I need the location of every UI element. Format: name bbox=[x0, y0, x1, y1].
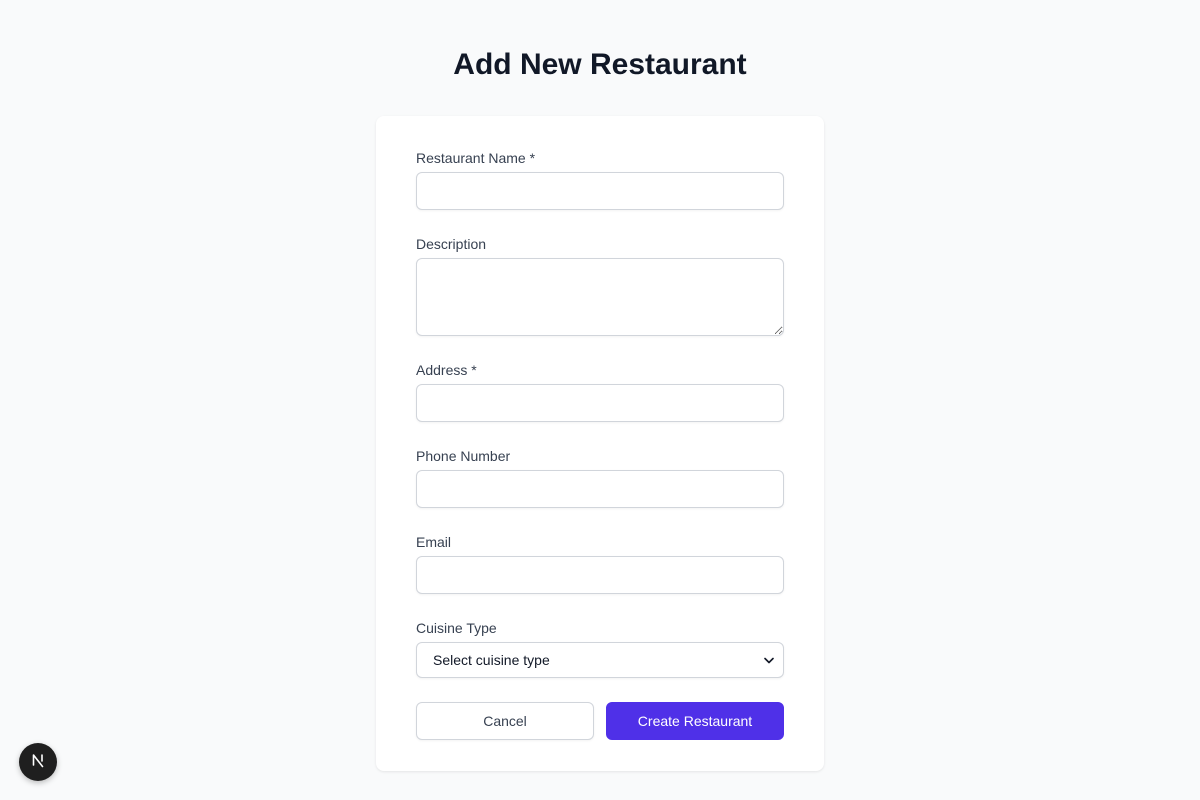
cancel-button[interactable]: Cancel bbox=[416, 702, 594, 740]
restaurant-name-input[interactable] bbox=[416, 172, 784, 210]
cuisine-type-selected-value: Select cuisine type bbox=[433, 652, 550, 668]
chevron-down-icon bbox=[763, 654, 775, 666]
cuisine-type-label: Cuisine Type bbox=[416, 620, 497, 636]
create-restaurant-button[interactable]: Create Restaurant bbox=[606, 702, 784, 740]
phone-number-input[interactable] bbox=[416, 470, 784, 508]
phone-number-label: Phone Number bbox=[416, 448, 511, 464]
description-label: Description bbox=[416, 236, 487, 252]
email-input[interactable] bbox=[416, 556, 784, 594]
nextjs-logo-icon bbox=[29, 751, 47, 774]
restaurant-name-label: Restaurant Name * bbox=[416, 150, 536, 166]
email-label: Email bbox=[416, 534, 452, 550]
nextjs-dev-indicator-button[interactable] bbox=[19, 743, 57, 781]
address-input[interactable] bbox=[416, 384, 784, 422]
restaurant-form: Restaurant Name * Description Address * … bbox=[376, 116, 824, 771]
description-textarea[interactable] bbox=[416, 258, 784, 336]
page: Add New Restaurant Restaurant Name * Des… bbox=[0, 0, 1200, 800]
cuisine-type-select[interactable]: Select cuisine type bbox=[416, 642, 784, 678]
page-title: Add New Restaurant bbox=[453, 48, 747, 81]
address-label: Address * bbox=[416, 362, 477, 378]
